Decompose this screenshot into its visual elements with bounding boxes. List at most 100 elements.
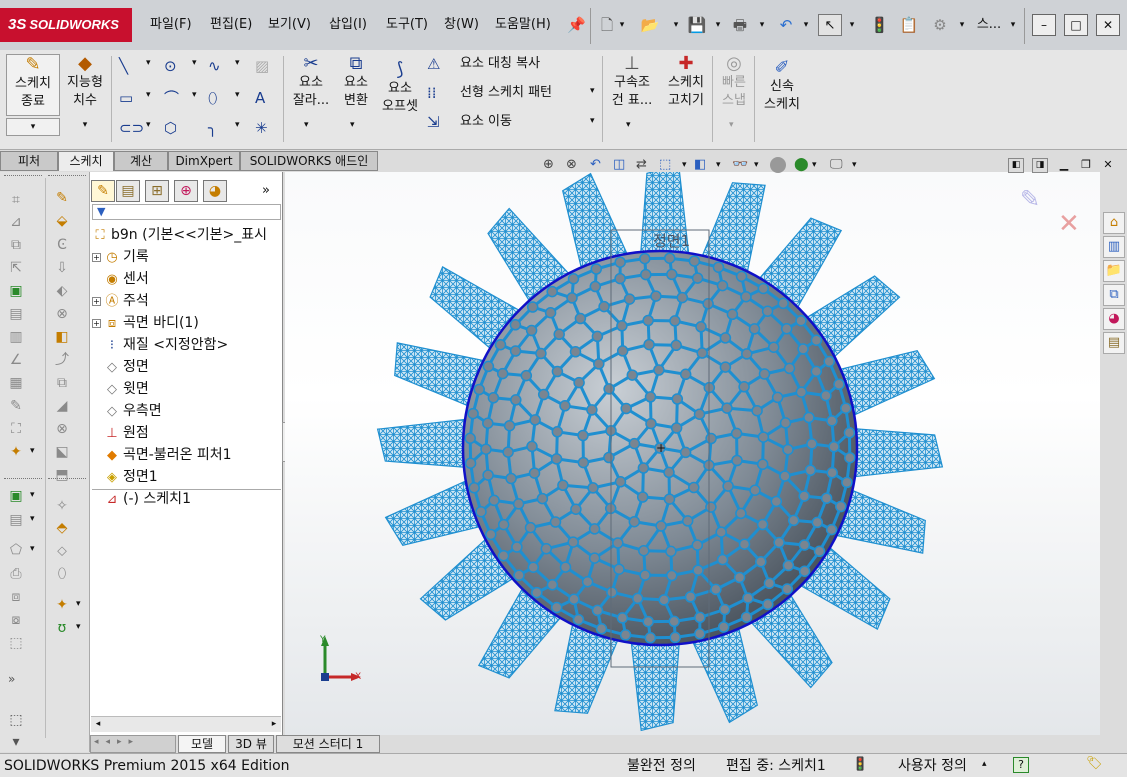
- smart-dimension-dropdown-icon[interactable]: ▾: [78, 120, 92, 130]
- rebuild-traffic-light-icon[interactable]: 🚦: [870, 14, 889, 36]
- trim-dropdown-icon[interactable]: ▾: [304, 120, 309, 130]
- expand-icon[interactable]: ▾: [8, 734, 24, 750]
- circle-icon[interactable]: ⊙: [164, 56, 184, 76]
- help-button[interactable]: ?: [1013, 757, 1029, 773]
- copy-icon[interactable]: ⧉: [8, 237, 24, 253]
- select-dropdown-icon[interactable]: ▾: [846, 14, 858, 36]
- sketch-plane-2-icon[interactable]: ⧇: [8, 612, 24, 628]
- save-dropdown-icon[interactable]: ▾: [712, 14, 724, 36]
- close-button[interactable]: ✕: [1096, 14, 1120, 36]
- mirror-icon[interactable]: ⚠: [427, 54, 447, 74]
- ellipse-dropdown-icon[interactable]: ▾: [235, 90, 240, 100]
- fill-icon[interactable]: ⬕: [54, 444, 70, 460]
- undo-icon[interactable]: ↶: [776, 14, 796, 36]
- sketch-copy-icon[interactable]: ⧈: [8, 589, 24, 605]
- dimension-tool-icon[interactable]: ⬙: [54, 213, 70, 229]
- menu-insert[interactable]: 삽입(I): [329, 8, 367, 42]
- units-dropdown-icon[interactable]: ▴: [982, 759, 987, 769]
- sketch-exit-button[interactable]: ✎ 스케치 종료: [6, 54, 60, 116]
- tab-evaluate[interactable]: 계산: [114, 151, 168, 171]
- print-dropdown-icon[interactable]: ▾: [756, 14, 768, 36]
- offset-entities-button[interactable]: ⟆ 요소 오프셋: [378, 60, 422, 116]
- tab-dimxpert[interactable]: DimXpert: [168, 151, 240, 171]
- curve-icon[interactable]: ʊ: [54, 620, 70, 636]
- undo-dropdown-icon[interactable]: ▾: [800, 14, 812, 36]
- display-manager-tab-icon[interactable]: ◕: [203, 180, 227, 202]
- smart-dimension-button[interactable]: ◆ 지능형 치수: [63, 54, 107, 110]
- shape-dropdown-icon[interactable]: ▾: [30, 544, 35, 554]
- tree-item-origin[interactable]: ⊥ 원점: [104, 422, 148, 444]
- tree-item-history[interactable]: + ◷ 기록: [92, 246, 149, 268]
- dimxpert-manager-tab-icon[interactable]: ⊕: [174, 180, 198, 202]
- save-icon[interactable]: 💾: [687, 14, 707, 36]
- print-icon[interactable]: 🖶: [730, 14, 750, 36]
- boundary-icon[interactable]: ◢: [54, 398, 70, 414]
- rectangle-dropdown-icon[interactable]: ▾: [146, 90, 151, 100]
- task-pane-view-palette-icon[interactable]: ⧉: [1103, 284, 1125, 306]
- curve-dropdown-icon[interactable]: ▾: [76, 622, 81, 632]
- horizontal-scrollbar[interactable]: [91, 716, 281, 732]
- draw-icon[interactable]: ✎: [8, 398, 24, 414]
- tree-item-annotations[interactable]: + Ⓐ 주석: [92, 290, 149, 312]
- task-pane-home-icon[interactable]: ⌂: [1103, 212, 1125, 234]
- restore-button[interactable]: □: [1064, 14, 1088, 36]
- feature-manager-tab-icon[interactable]: ✎: [91, 180, 115, 202]
- cube-icon[interactable]: ⬚: [8, 712, 24, 728]
- relations-dropdown-icon[interactable]: ▾: [626, 120, 631, 130]
- surface-icon[interactable]: ◧: [54, 329, 70, 345]
- mirror-entities-button[interactable]: 요소 대칭 복사: [460, 54, 540, 74]
- block-dropdown-icon[interactable]: ▾: [30, 514, 35, 524]
- revolve-icon[interactable]: ⊗: [54, 306, 70, 322]
- task-pane-properties-icon[interactable]: ▤: [1103, 332, 1125, 354]
- plane-icon[interactable]: ▨: [255, 56, 275, 76]
- menu-window[interactable]: 창(W): [444, 8, 479, 42]
- tab-model[interactable]: 모델: [178, 735, 226, 753]
- sketch-edit-icon[interactable]: ⎙: [8, 566, 24, 582]
- doc-restore-icon[interactable]: ❐: [1078, 158, 1094, 173]
- minimize-button[interactable]: –: [1032, 14, 1056, 36]
- polygon-icon[interactable]: ⬡: [164, 118, 184, 138]
- tree-item-imported-surface[interactable]: ◆ 곡면-불러온 피처1: [104, 444, 232, 466]
- task-pane-appearances-icon[interactable]: ◕: [1103, 308, 1125, 330]
- open-dropdown-icon[interactable]: ▾: [670, 14, 682, 36]
- smart-dim-dropdown-icon[interactable]: ▾: [76, 599, 81, 609]
- tree-root[interactable]: ⛶ b9n (기본<<기본>_표시: [92, 224, 267, 246]
- block-insert-icon[interactable]: ▤: [8, 512, 24, 528]
- block-icon[interactable]: ▤: [8, 306, 24, 322]
- task-pane-resources-icon[interactable]: ▥: [1103, 236, 1125, 258]
- paint-icon[interactable]: ⛶: [8, 421, 24, 437]
- expand-icon[interactable]: +: [92, 296, 101, 306]
- move-dropdown-icon[interactable]: ▾: [590, 116, 595, 126]
- status-units[interactable]: 사용자 정의: [898, 755, 967, 777]
- fillet-feature-icon[interactable]: ✧: [54, 498, 70, 514]
- tree-item-top-plane[interactable]: ◇ 윗면: [104, 378, 149, 400]
- tab-solidworks-addins[interactable]: SOLIDWORKS 애드인: [240, 151, 378, 171]
- sketch-exit-dropdown-icon[interactable]: ▾: [6, 118, 60, 136]
- menu-file[interactable]: 파일(F): [150, 8, 192, 42]
- sweep-icon[interactable]: ⤴: [54, 352, 70, 368]
- more-tabs-icon[interactable]: »: [262, 180, 270, 202]
- tab-sketch[interactable]: 스케치: [58, 151, 114, 171]
- delete-face-icon[interactable]: ⬘: [54, 520, 70, 536]
- slot-dropdown-icon[interactable]: ▾: [146, 120, 151, 130]
- task-pane-file-explorer-icon[interactable]: 📁: [1103, 260, 1125, 282]
- display-relations-button[interactable]: ⊥ 구속조 건 표...: [608, 54, 656, 110]
- filter-icon[interactable]: ▼: [92, 204, 281, 220]
- model-view[interactable]: 정면1 + Y X: [285, 172, 1100, 735]
- sketch-picture-icon[interactable]: ⬚: [8, 635, 24, 651]
- menu-tools[interactable]: 도구(T): [386, 8, 428, 42]
- tab-scroll-arrows-icon[interactable]: ◂◂▸▸: [94, 737, 140, 747]
- point-icon[interactable]: ✳: [255, 118, 275, 138]
- search-dropdown-icon[interactable]: ▾: [1006, 14, 1020, 36]
- ellipse-icon[interactable]: ⬯: [208, 88, 228, 108]
- rectangle-icon[interactable]: ▭: [119, 88, 139, 108]
- smart-tool-dropdown-icon[interactable]: ▾: [30, 446, 35, 456]
- options-dropdown-icon[interactable]: ▾: [956, 14, 968, 36]
- rebuild-status-icon[interactable]: 🚦: [852, 757, 868, 772]
- tree-item-plane1[interactable]: ◈ 정면1: [104, 466, 158, 488]
- menu-help[interactable]: 도움말(H): [495, 8, 551, 42]
- grid-icon[interactable]: ▦: [8, 375, 24, 391]
- rapid-sketch-button[interactable]: ✐ 신속 스케치: [758, 58, 806, 114]
- spline-icon[interactable]: ∿: [208, 56, 228, 76]
- angle-icon[interactable]: ∠: [8, 352, 24, 368]
